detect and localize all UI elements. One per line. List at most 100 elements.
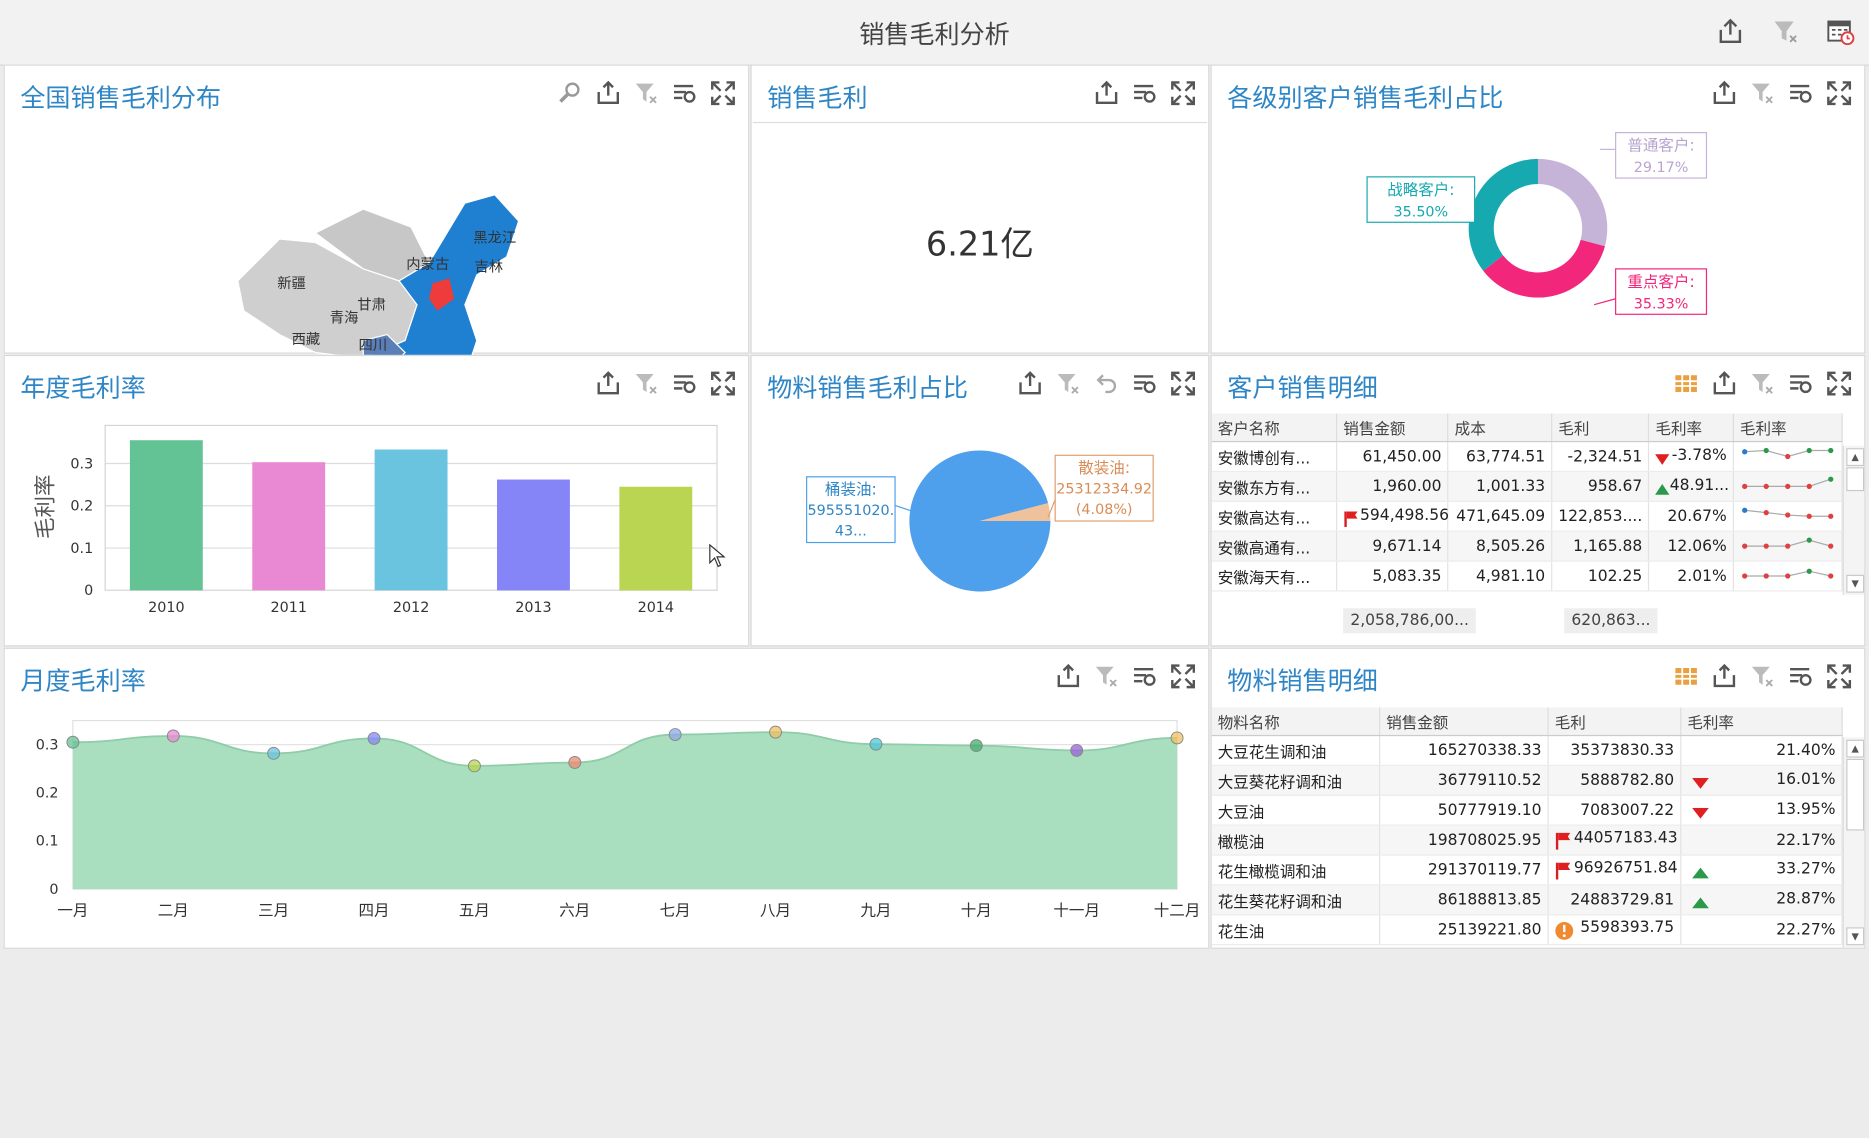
cell-rate-value: 2.01% xyxy=(1677,567,1727,585)
cell-profit: -2,324.51 xyxy=(1551,441,1650,473)
cell-sales: 86188813.85 xyxy=(1379,884,1549,916)
total-profit: 620,863... xyxy=(1564,608,1658,634)
table-row[interactable]: 大豆葵花籽调和油 36779110.52 5888782.80 16.01% xyxy=(1211,765,1843,796)
data-point-十月[interactable] xyxy=(969,739,983,753)
bar-2013[interactable] xyxy=(497,479,570,591)
column-header[interactable]: 毛利率 xyxy=(1733,413,1843,443)
column-header[interactable]: 毛利 xyxy=(1551,413,1650,443)
scroll-thumb[interactable] xyxy=(1846,467,1865,492)
data-point-六月[interactable] xyxy=(568,756,582,769)
filter-settings-icon[interactable] xyxy=(1132,80,1158,106)
data-point-四月[interactable] xyxy=(367,731,381,745)
bar-2010[interactable] xyxy=(129,440,203,591)
export-icon[interactable] xyxy=(1711,370,1737,396)
column-header[interactable]: 销售金额 xyxy=(1379,707,1549,737)
table-row[interactable]: 大豆花生调和油 165270338.33 35373830.33 21.40% xyxy=(1211,735,1843,766)
bar-2014[interactable] xyxy=(619,486,693,591)
calendar-icon[interactable] xyxy=(1826,17,1855,46)
columns-icon[interactable] xyxy=(1673,370,1699,396)
data-point-九月[interactable] xyxy=(869,737,883,751)
customer-detail-panel: 客户销售明细 客户名称 销售金额 成本 毛利 毛利率 毛利率 安徽博创有... 6… xyxy=(1210,354,1866,647)
table-row[interactable]: 安徽东方有... 1,960.00 1,001.33 958.67 48.91... xyxy=(1211,471,1843,502)
data-point-二月[interactable] xyxy=(166,729,180,743)
slice-label-pct: 29.17% xyxy=(1634,160,1689,176)
column-header[interactable]: 毛利率 xyxy=(1680,707,1843,737)
cell-profit-value: 24883729.81 xyxy=(1570,890,1675,909)
map-panel: 全国销售毛利分布 黑龙江 吉林 内蒙古 新疆 甘肃 青海 西藏 四川 xyxy=(3,64,751,355)
vertical-scrollbar[interactable]: ▲ ▼ xyxy=(1842,737,1865,948)
cell-name: 花生葵花籽调和油 xyxy=(1211,884,1381,916)
column-header[interactable]: 销售金额 xyxy=(1336,413,1449,443)
column-header[interactable]: 物料名称 xyxy=(1211,707,1381,737)
cell-cost-value: 471,645.09 xyxy=(1456,507,1546,526)
scroll-down-button[interactable]: ▼ xyxy=(1846,927,1865,946)
fullscreen-icon[interactable] xyxy=(1826,370,1852,396)
column-header[interactable]: 毛利率 xyxy=(1648,413,1734,443)
column-header[interactable]: 客户名称 xyxy=(1211,413,1338,443)
table-row[interactable]: 安徽高达有... 594,498.56 471,645.09 122,853.... 2… xyxy=(1211,501,1843,532)
column-header[interactable]: 成本 xyxy=(1448,413,1553,443)
table-row[interactable]: 花生橄榄调和油 291370119.77 96926751.84 33.27% xyxy=(1211,855,1843,886)
table-row[interactable]: 安徽海天有... 5,083.35 4,981.10 102.25 2.01% xyxy=(1211,561,1843,592)
column-header[interactable]: 毛利 xyxy=(1548,707,1682,737)
data-point-十一月[interactable] xyxy=(1070,743,1084,757)
scroll-thumb[interactable] xyxy=(1846,758,1865,831)
fullscreen-icon[interactable] xyxy=(1170,80,1196,106)
data-point-八月[interactable] xyxy=(769,725,783,739)
cell-profit: 35373830.33 xyxy=(1548,735,1682,766)
export-icon[interactable] xyxy=(1716,17,1745,46)
annual-bar-chart[interactable]: 0 0.1 0.2 0.3 毛利率 2010 2011 2012 2013 2014 xyxy=(5,356,751,648)
scroll-up-button[interactable]: ▲ xyxy=(1846,739,1865,758)
table-row[interactable]: 橄榄油 198708025.95 44057183.43 22.17% xyxy=(1211,825,1843,856)
vertical-scrollbar[interactable]: ▲ ▼ xyxy=(1842,445,1865,596)
kpi-value: 6.21亿 xyxy=(925,224,1034,265)
x-tick-label: 四月 xyxy=(359,901,390,919)
donut-slice-战略客户[interactable] xyxy=(1468,158,1538,271)
x-tick-label: 十二月 xyxy=(1154,901,1201,919)
table-row[interactable]: 大豆油 50777919.10 7083007.22 13.95% xyxy=(1211,795,1843,826)
cell-sales-value: 594,498.56 xyxy=(1360,506,1449,525)
cell-profit: 24883729.81 xyxy=(1548,884,1682,916)
y-tick-label: 0.2 xyxy=(70,499,93,515)
data-point-七月[interactable] xyxy=(668,728,682,741)
up-arrow-icon xyxy=(1692,897,1709,909)
monthly-area-chart[interactable]: 0 0.1 0.2 0.3 一月 二月 三月 四月 五月 六月 七月 八月 九月 十月 十一月 十二月 xyxy=(5,649,1211,950)
x-tick-label: 九月 xyxy=(860,901,891,919)
cell-profit: 96926751.84 xyxy=(1548,855,1682,886)
donut-slice-普通客户[interactable] xyxy=(1537,158,1608,247)
donut-slice-重点客户[interactable] xyxy=(1483,239,1605,298)
filter-settings-icon[interactable] xyxy=(1788,663,1814,689)
table-row[interactable]: 安徽高通有... 9,671.14 8,505.26 1,165.88 12.06% xyxy=(1211,531,1843,562)
cell-sparkline xyxy=(1733,441,1843,473)
bar-2011[interactable] xyxy=(252,462,326,591)
cell-profit-value: 5888782.80 xyxy=(1580,771,1675,790)
scroll-up-button[interactable]: ▲ xyxy=(1846,448,1865,467)
data-point-五月[interactable] xyxy=(467,759,481,773)
customer-detail-table: 客户名称 销售金额 成本 毛利 毛利率 毛利率 安徽博创有... 61,450.0… xyxy=(1211,413,1843,592)
table-row[interactable]: 花生油 25139221.80 5598393.75 22.27% xyxy=(1211,914,1843,946)
bar-2012[interactable] xyxy=(374,449,448,591)
material-pie-chart[interactable]: 桶装油: 595551020. 43... 散装油: 25312334.92 (… xyxy=(752,356,1211,648)
data-point-三月[interactable] xyxy=(267,746,281,760)
cell-sales-value: 5,083.35 xyxy=(1372,567,1442,585)
cell-name: 安徽高通有... xyxy=(1211,531,1338,562)
cell-profit-value: 5598393.75 xyxy=(1580,918,1675,937)
clear-filter-icon[interactable] xyxy=(1749,370,1775,396)
fullscreen-icon[interactable] xyxy=(1826,663,1852,689)
scroll-down-button[interactable]: ▼ xyxy=(1846,574,1865,593)
clear-filter-icon[interactable] xyxy=(1771,17,1800,46)
export-icon[interactable] xyxy=(1711,663,1737,689)
cell-sales-value: 291370119.77 xyxy=(1427,860,1542,879)
data-point-十二月[interactable] xyxy=(1170,731,1184,745)
cell-cost-value: 63,774.51 xyxy=(1466,447,1546,466)
export-icon[interactable] xyxy=(1093,80,1119,106)
table-row[interactable]: 安徽博创有... 61,450.00 63,774.51 -2,324.51 -3.78… xyxy=(1211,441,1843,473)
china-map[interactable]: 黑龙江 吉林 内蒙古 新疆 甘肃 青海 西藏 四川 云南 xyxy=(5,66,751,355)
data-point-一月[interactable] xyxy=(66,735,80,749)
customer-donut-chart[interactable]: 战略客户: 35.50% 普通客户: 29.17% 重点客户: 35.33% xyxy=(1212,66,1867,355)
table-row[interactable]: 花生葵花籽调和油 86188813.85 24883729.81 28.87% xyxy=(1211,884,1843,916)
filter-settings-icon[interactable] xyxy=(1788,370,1814,396)
cell-sales: 61,450.00 xyxy=(1336,441,1449,473)
clear-filter-icon[interactable] xyxy=(1749,663,1775,689)
columns-icon[interactable] xyxy=(1673,663,1699,689)
